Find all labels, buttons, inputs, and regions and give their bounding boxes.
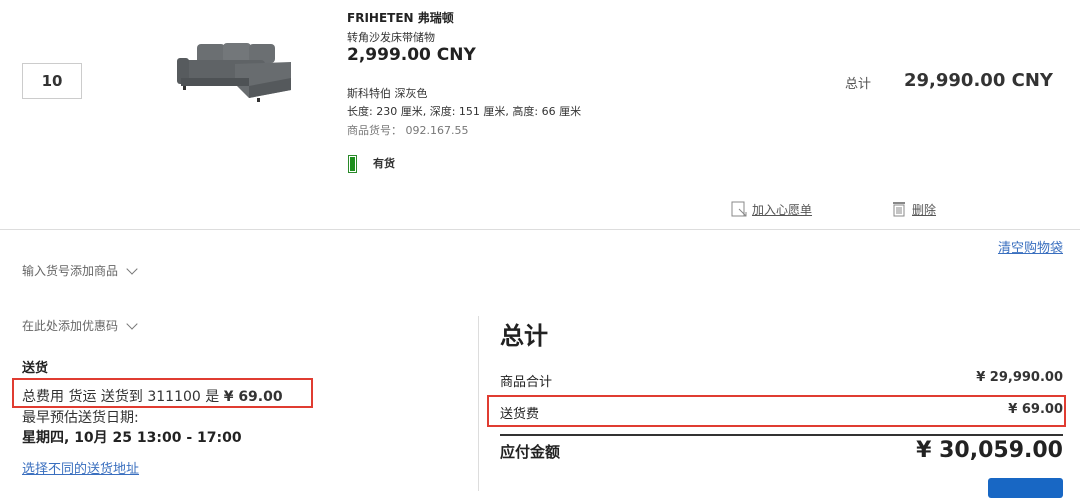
summary-title: 总计 [500, 322, 548, 350]
shipping-fee-label: 送货费 [500, 407, 540, 422]
product-unit-price: 2,999.00 CNY [347, 45, 476, 65]
trash-icon [893, 202, 905, 217]
sofa-icon [177, 43, 291, 102]
shipping-fee-value: ¥ 69.00 [1008, 402, 1063, 417]
shipping-fee-highlight [487, 395, 1066, 427]
summary-rule [500, 434, 1063, 436]
product-name[interactable]: FRIHETEN 弗瑞顿 [347, 9, 454, 26]
add-by-article-label[interactable]: 输入货号添加商品 [22, 262, 118, 279]
article-number: 092.167.55 [405, 124, 469, 137]
product-color: 斯科特伯 深灰色 [347, 87, 428, 100]
row-total-value: 29,990.00 CNY [904, 70, 1053, 91]
article-label: 商品货号： [347, 124, 402, 137]
row-total-label: 总计 [845, 77, 872, 92]
stock-indicator-icon [348, 155, 357, 173]
wishlist-icon [731, 201, 747, 217]
divider [0, 229, 1080, 230]
delivery-estimate-label: 最早预估送货日期: [22, 410, 139, 426]
delivery-title: 送货 [22, 361, 49, 376]
vertical-divider [478, 316, 479, 491]
stock-status: 有货 [373, 157, 395, 170]
product-article: 商品货号： 092.167.55 [347, 122, 468, 138]
add-by-article-toggle[interactable]: 输入货号添加商品 [22, 262, 138, 279]
chevron-down-icon [126, 262, 138, 275]
delivery-fee-amount: ¥ 69.00 [223, 389, 283, 405]
subtotal-value: ¥ 29,990.00 [976, 370, 1063, 385]
clear-cart-link[interactable]: 清空购物袋 [998, 237, 1063, 256]
add-coupon-label[interactable]: 在此处添加优惠码 [22, 317, 118, 334]
delivery-fee-text: 总费用 货运 送货到 311100 是 ¥ 69.00 [22, 386, 283, 406]
change-address-link[interactable]: 选择不同的送货地址 [22, 458, 139, 477]
checkout-button[interactable] [988, 478, 1063, 498]
chevron-down-icon [126, 317, 138, 330]
delete-label[interactable]: 删除 [912, 201, 936, 218]
subtotal-label: 商品合计 [500, 375, 553, 390]
delivery-estimate-value: 星期四, 10月 25 13:00 - 17:00 [22, 430, 242, 446]
product-dimensions: 长度: 230 厘米, 深度: 151 厘米, 高度: 66 厘米 [347, 105, 582, 118]
payable-label: 应付金额 [500, 443, 561, 461]
payable-value: ¥ 30,059.00 [916, 438, 1063, 463]
wishlist-label[interactable]: 加入心愿单 [752, 201, 812, 218]
add-coupon-toggle[interactable]: 在此处添加优惠码 [22, 317, 138, 334]
quantity-input[interactable]: 10 [22, 63, 82, 99]
product-image[interactable] [175, 38, 299, 110]
product-description: 转角沙发床带储物 [347, 31, 435, 44]
delivery-fee-description: 总费用 货运 送货到 311100 是 [22, 389, 224, 405]
add-to-wishlist-link[interactable]: 加入心愿单 [730, 200, 812, 218]
delete-item-link[interactable]: 删除 [890, 200, 936, 218]
